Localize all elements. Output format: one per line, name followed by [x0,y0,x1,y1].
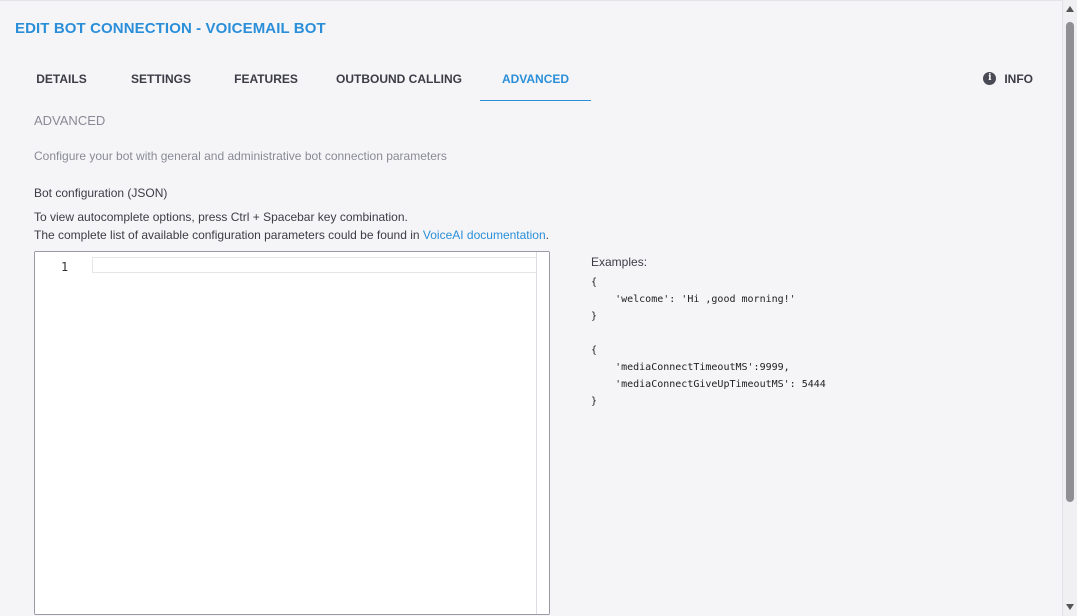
voiceai-documentation-link[interactable]: VoiceAI documentation [423,228,546,242]
section-description: Configure your bot with general and admi… [34,149,447,163]
tab-settings[interactable]: SETTINGS [108,60,214,100]
scroll-down-arrow-icon[interactable] [1066,604,1074,610]
tab-advanced[interactable]: ADVANCED [480,60,591,101]
edit-bot-connection-page: EDIT BOT CONNECTION - VOICEMAIL BOT DETA… [0,0,1077,616]
info-icon: i [983,72,997,86]
tab-features[interactable]: FEATURES [214,60,318,100]
docs-hint-suffix: . [545,228,549,242]
info-button[interactable]: i INFO [983,60,1033,98]
page-scrollbar[interactable] [1062,0,1077,616]
editor-gutter: 1 [35,252,89,614]
top-divider [0,0,1062,1]
examples-label: Examples: [591,255,648,269]
line-number: 1 [61,260,69,274]
tab-outbound-calling[interactable]: OUTBOUND CALLING [318,60,480,100]
page-title: EDIT BOT CONNECTION - VOICEMAIL BOT [15,20,326,37]
scroll-up-arrow-icon[interactable] [1066,6,1074,12]
examples-code: { 'welcome': 'Hi ,good morning!' } { 'me… [591,277,826,407]
info-label: INFO [1004,72,1033,86]
editor-current-line[interactable] [92,257,538,273]
docs-hint: The complete list of available configura… [34,228,549,242]
autocomplete-hint: To view autocomplete options, press Ctrl… [34,210,408,224]
tab-details[interactable]: DETAILS [15,60,108,100]
section-title: ADVANCED [34,113,106,128]
json-config-editor[interactable]: 1 [34,251,550,615]
tab-bar: DETAILS SETTINGS FEATURES OUTBOUND CALLI… [15,60,1045,101]
scroll-thumb[interactable] [1066,22,1074,502]
bot-configuration-label: Bot configuration (JSON) [34,186,168,200]
docs-hint-prefix: The complete list of available configura… [34,228,423,242]
editor-scrollbar[interactable] [536,252,549,614]
